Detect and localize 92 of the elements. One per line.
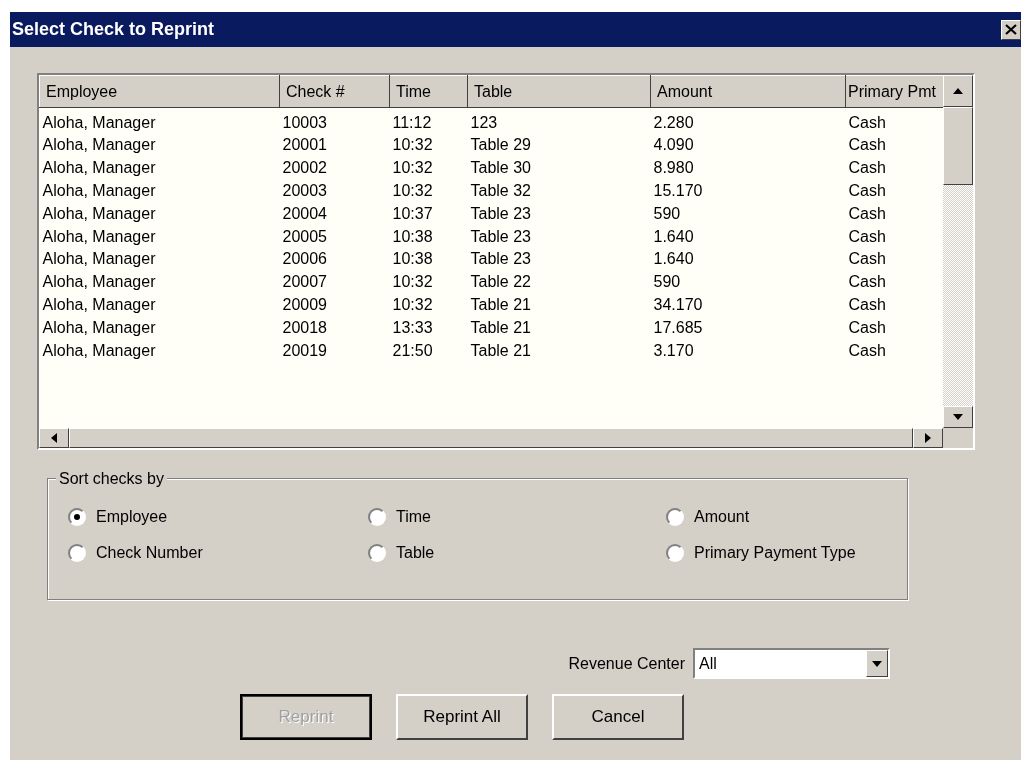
table-cell-text: 20006 — [281, 249, 328, 270]
table-cell-text: Cash — [847, 203, 887, 224]
table-cell-text: Cash — [847, 158, 887, 179]
sort-radio-option[interactable]: Check Number — [68, 541, 368, 565]
column-header[interactable]: Time — [389, 75, 468, 108]
sort-radio-option[interactable]: Amount — [666, 505, 907, 529]
sort-radio-option[interactable]: Table — [368, 541, 666, 565]
dialog-button[interactable]: Reprint All — [396, 694, 528, 740]
table-cell-text: Table 23 — [469, 249, 532, 270]
table-cell-text: Aloha, Manager — [41, 340, 157, 361]
table-cell-text: Cash — [847, 272, 887, 293]
left-arrow-icon — [51, 433, 57, 443]
table-cell: 2.280 — [650, 107, 846, 134]
table-cell-text: 20003 — [281, 181, 328, 201]
table-cell-text: 3.170 — [652, 340, 695, 361]
sort-radio-option[interactable]: Employee — [68, 505, 368, 529]
dialog-button[interactable]: Cancel — [552, 694, 684, 740]
table-cell: 10003 — [279, 107, 390, 134]
table-cell-text: 21:50 — [391, 340, 434, 361]
table-cell-text: 1.640 — [652, 226, 695, 247]
table-cell-text: 10:32 — [391, 158, 434, 179]
table-cell-text: 10:32 — [391, 181, 434, 201]
table-cell-text: 13:33 — [391, 317, 434, 338]
table-cell: 123 — [467, 107, 651, 134]
table-cell-text: Table 32 — [469, 181, 532, 201]
table-cell-text: Table 29 — [469, 135, 532, 156]
scrollbar-thumb[interactable] — [943, 107, 973, 185]
dropdown-arrow-icon — [872, 660, 882, 667]
table-cell-text: Aloha, Manager — [41, 135, 157, 156]
table-cell-text: Table 21 — [469, 317, 532, 338]
sort-radio-option[interactable]: Primary Payment Type — [666, 541, 907, 565]
column-header[interactable]: Amount — [650, 75, 846, 108]
table-cell-text: 10:32 — [391, 294, 434, 315]
table-cell-text: 20019 — [281, 340, 328, 361]
vertical-scrollbar[interactable] — [943, 75, 973, 428]
table-cell-text: 20002 — [281, 158, 328, 179]
table-cell-text: Aloha, Manager — [41, 226, 157, 247]
table-cell-text: Cash — [847, 226, 887, 247]
table-cell-text: Cash — [847, 317, 887, 338]
table-cell-text: 1.640 — [652, 249, 695, 270]
table-cell-text: Aloha, Manager — [41, 294, 157, 315]
table-cell-text: 20007 — [281, 272, 328, 293]
table-cell-text: Cash — [847, 135, 887, 156]
table-cell-text: 15.170 — [652, 181, 704, 201]
revenue-center-label: Revenue Center — [568, 653, 685, 674]
table-cell-text: 34.170 — [652, 294, 704, 315]
table-cell-text: Aloha, Manager — [41, 158, 157, 179]
table-cell-text: 20018 — [281, 317, 328, 338]
table-cell-text: 20001 — [281, 135, 328, 156]
table-cell-text: Table 23 — [469, 226, 532, 247]
table-cell-text: 17.685 — [652, 317, 704, 338]
table-cell-text: Cash — [847, 340, 887, 361]
table-cell-text: Aloha, Manager — [41, 317, 157, 338]
column-header[interactable]: Table — [467, 75, 651, 108]
table-cell-text: Table 30 — [469, 158, 532, 179]
table-cell-text: Table 22 — [469, 272, 532, 293]
right-arrow-icon — [925, 433, 931, 443]
table-cell-text: 4.090 — [652, 135, 695, 156]
table-cell-text: 10:38 — [391, 249, 434, 270]
close-icon — [1005, 24, 1017, 35]
table-cell-text: 8.980 — [652, 158, 695, 179]
table-cell-text: Aloha, Manager — [41, 203, 157, 224]
table-cell: 11:12 — [389, 107, 468, 134]
table-cell-text: 10:32 — [391, 272, 434, 293]
table-cell: Cash — [845, 107, 943, 134]
table-cell-text: 20004 — [281, 203, 328, 224]
table-cell-text: Table 21 — [469, 294, 532, 315]
down-arrow-icon — [953, 414, 963, 420]
table-cell-text: Cash — [847, 181, 887, 201]
table-cell-text: 590 — [652, 203, 682, 224]
table-cell-text: 10:32 — [391, 135, 434, 156]
revenue-center-dropdown[interactable]: All — [693, 648, 890, 679]
table-cell-text: Table 21 — [469, 340, 532, 361]
table-cell-text: Cash — [847, 294, 887, 315]
window-title: Select Check to Reprint — [12, 18, 215, 41]
table-cell-text: 10:38 — [391, 226, 434, 247]
column-header[interactable]: Primary Pmt — [845, 75, 943, 108]
table-cell-text: Aloha, Manager — [41, 272, 157, 293]
column-header[interactable]: Employee — [39, 75, 280, 108]
table-cell-text: 10:37 — [391, 203, 434, 224]
table-cell: Aloha, Manager — [39, 107, 280, 134]
table-cell-text: Cash — [847, 249, 887, 270]
table-cell-text: Table 23 — [469, 203, 532, 224]
column-header[interactable]: Check # — [279, 75, 390, 108]
table-cell-text: 590 — [652, 272, 682, 293]
table-cell-text: Aloha, Manager — [41, 181, 157, 201]
sort-radio-option[interactable]: Time — [368, 505, 666, 529]
table-cell-text: 20009 — [281, 294, 328, 315]
table-cell-text: 20005 — [281, 226, 328, 247]
table-cell-text: Aloha, Manager — [41, 249, 157, 270]
close-button[interactable] — [1001, 19, 1021, 40]
up-arrow-icon — [953, 88, 963, 94]
